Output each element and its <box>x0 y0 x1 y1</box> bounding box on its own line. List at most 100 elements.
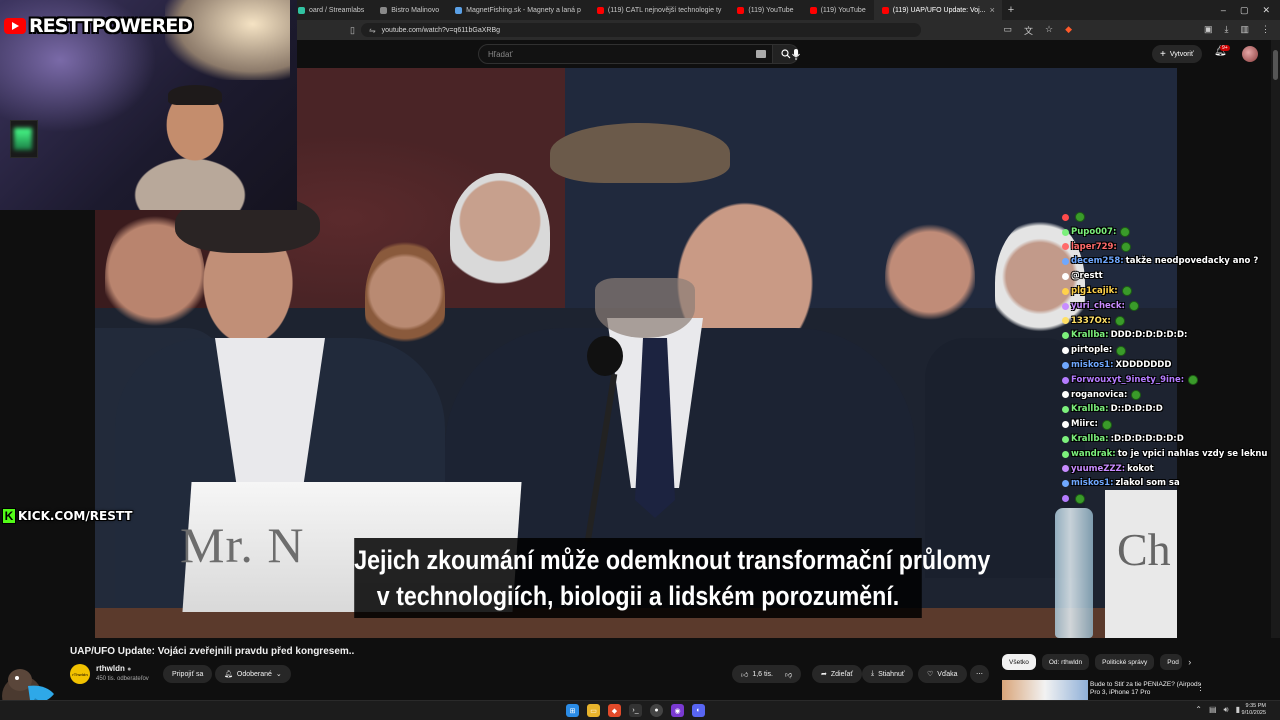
tab-youtube[interactable]: (119) YouTube <box>729 0 801 20</box>
maximize-icon[interactable]: ▢ <box>1240 5 1249 16</box>
stream-chat-overlay: Pupo007: laper729: decem258: takže neodpove… <box>1062 210 1274 506</box>
sidebar-icon[interactable]: ▥ <box>1240 24 1249 37</box>
brave-browser-icon[interactable]: ◆ <box>608 704 621 717</box>
channel-avatar-text: rThwldn <box>72 671 88 677</box>
clock-time: 9:35 PM <box>1245 703 1266 709</box>
menu-icon[interactable]: ⋮ <box>1261 24 1270 37</box>
discord-icon[interactable]: ◐ <box>692 704 705 717</box>
thumbs-down-icon[interactable]: 👎︎ <box>785 670 792 679</box>
chat-username: wandrak: <box>1071 448 1116 459</box>
chat-message: laper729: <box>1062 240 1274 255</box>
name-placard-text: Mr. N <box>180 517 305 573</box>
new-tab-button[interactable]: + <box>1002 4 1020 16</box>
tab-magnetfishing[interactable]: MagnetFishing.sk - Magnety a laná p <box>447 0 589 20</box>
subscribed-button[interactable]: 🔔︎ Odoberané ⌄ <box>215 665 291 683</box>
chat-username: Miirc: <box>1071 419 1098 430</box>
chip-all[interactable]: Všetko <box>1002 654 1036 670</box>
recommended-video-thumbnail[interactable] <box>1002 680 1088 700</box>
close-window-icon[interactable]: ✕ <box>1262 5 1270 16</box>
tab-active-video[interactable]: (119) UAP/UFO Update: Voj... × <box>873 0 1002 20</box>
tab-bistro[interactable]: Bistro Malinovo <box>372 0 447 20</box>
address-bar: ▯ ⇋ youtube.com/watch?v=q611bGaXRBg ▭ 文 … <box>290 20 1280 40</box>
chip-from-channel[interactable]: Od: rthwldn <box>1041 654 1090 670</box>
chat-username: roganovica: <box>1071 389 1128 400</box>
chat-badge-icon <box>1062 243 1069 251</box>
app-icon[interactable]: ◉ <box>671 704 684 717</box>
chat-emote-icon <box>1075 493 1085 504</box>
chat-message: yuri_check: <box>1062 299 1274 314</box>
cast-icon[interactable]: ▭ <box>1003 24 1012 37</box>
account-avatar[interactable] <box>1242 46 1258 62</box>
system-clock[interactable]: 9:35 PM 9/10/2025 <box>1242 703 1266 717</box>
tab-label: (119) CATL nejnovější technologie ty <box>607 6 722 14</box>
chat-username: miskos1: <box>1071 478 1114 489</box>
chat-text: :D:D:D:D:D:D:D <box>1110 433 1184 444</box>
chip-more[interactable]: Pod <box>1160 654 1183 670</box>
scrollbar-thumb[interactable] <box>1273 50 1278 80</box>
url-field[interactable]: ⇋ youtube.com/watch?v=q611bGaXRBg <box>360 23 921 37</box>
chat-message: wandrak: to je vpici nahlas vzdy se leknu <box>1062 447 1274 462</box>
chat-message: decem258: takže neodpovedacky ano ? <box>1062 254 1274 269</box>
chat-username: @restt <box>1071 271 1103 282</box>
chat-badge-icon <box>1062 376 1069 384</box>
site-info-icon[interactable]: ⇋ <box>369 26 376 35</box>
download-button[interactable]: ⤓ Stiahnuť <box>862 665 914 683</box>
clock-date: 9/10/2025 <box>1241 710 1266 716</box>
search-input[interactable]: Hľadať <box>478 44 773 64</box>
minimize-icon[interactable]: – <box>1221 5 1226 16</box>
like-button[interactable]: 👍︎ 1,6 tis. 👎︎ <box>732 665 802 683</box>
more-icon[interactable]: ⋮ <box>1196 682 1205 693</box>
share-button[interactable]: ➦ Zdieľať <box>812 665 863 683</box>
chat-text: kokot <box>1127 463 1154 474</box>
keyboard-icon[interactable] <box>756 50 766 58</box>
chat-message: Forwouxyt_9inety_9ine: <box>1062 373 1274 388</box>
recommended-video-title[interactable]: Bude to Stiť za tie PENIAZE? (Airpods Pr… <box>1090 681 1210 697</box>
chat-text: XDDDDDDD <box>1115 359 1172 370</box>
chevron-up-icon[interactable]: ⌃ <box>1195 705 1202 715</box>
tab-label: MagnetFishing.sk - Magnety a laná p <box>466 6 581 14</box>
windows-start-icon[interactable]: ⊞ <box>566 704 579 717</box>
browser-tab-strip: oard / Streamlabs Bistro Malinovo Magnet… <box>290 0 1280 20</box>
chat-message: plg1cajik: <box>1062 284 1274 299</box>
thanks-button[interactable]: ♡ Vďaka <box>918 665 967 683</box>
chat-username: yuri_check: <box>1071 300 1125 311</box>
share-icon: ➦ <box>821 671 827 678</box>
tab-youtube-2[interactable]: (119) YouTube <box>802 0 874 20</box>
chat-username: decem258: <box>1071 256 1124 267</box>
channel-avatar[interactable]: rThwldn <box>70 664 90 684</box>
more-actions-button[interactable]: ⋯ <box>970 665 989 683</box>
create-button[interactable]: + Vytvoriť <box>1152 45 1202 63</box>
microphone <box>587 336 623 376</box>
tab-youtube-catl[interactable]: (119) CATL nejnovější technologie ty <box>589 0 730 20</box>
battery-icon[interactable]: ▮ <box>1236 705 1240 715</box>
bookmark-icon[interactable]: ▯ <box>350 25 355 36</box>
chip-political-news[interactable]: Politické správy <box>1095 654 1155 670</box>
chat-username: Krallba: <box>1071 404 1109 415</box>
video-title: UAP/UFO Update: Vojáci zveřejnili pravdu… <box>70 646 355 657</box>
channel-name-text: rthwldn <box>96 664 125 673</box>
chat-badge-icon <box>1062 317 1069 325</box>
translate-icon[interactable]: 文 <box>1024 24 1033 37</box>
network-icon[interactable]: ▤ <box>1209 705 1217 715</box>
download-icon[interactable]: ⤓ <box>1225 24 1229 37</box>
channel-brand: RESTTPOWERED <box>4 15 193 37</box>
voice-search-button[interactable] <box>786 44 806 64</box>
chevron-right-icon[interactable]: › <box>1188 657 1191 667</box>
chat-badge-icon <box>1062 495 1069 503</box>
star-icon[interactable]: ☆ <box>1045 24 1053 37</box>
youtube-icon <box>596 6 604 14</box>
file-explorer-icon[interactable]: ▭ <box>587 704 600 717</box>
channel-name[interactable]: rthwldn ● <box>96 664 131 673</box>
close-tab-icon[interactable]: × <box>990 5 995 15</box>
chat-username: laper729: <box>1071 241 1117 252</box>
tab-streamlabs[interactable]: oard / Streamlabs <box>290 0 372 20</box>
obs-icon[interactable]: ● <box>650 704 663 717</box>
join-button[interactable]: Pripojiť sa <box>163 665 213 683</box>
extensions-icon[interactable]: ▣ <box>1204 24 1213 37</box>
download-label: Stiahnuť <box>878 670 905 678</box>
shield-icon[interactable]: ◆ <box>1065 24 1072 37</box>
terminal-icon[interactable]: ›_ <box>629 704 642 717</box>
subtitle-line: v technologiích, biologii a lidském poro… <box>376 581 900 611</box>
subscribed-label: Odoberané <box>236 670 272 678</box>
volume-icon[interactable]: 🔊︎ <box>1224 705 1229 715</box>
